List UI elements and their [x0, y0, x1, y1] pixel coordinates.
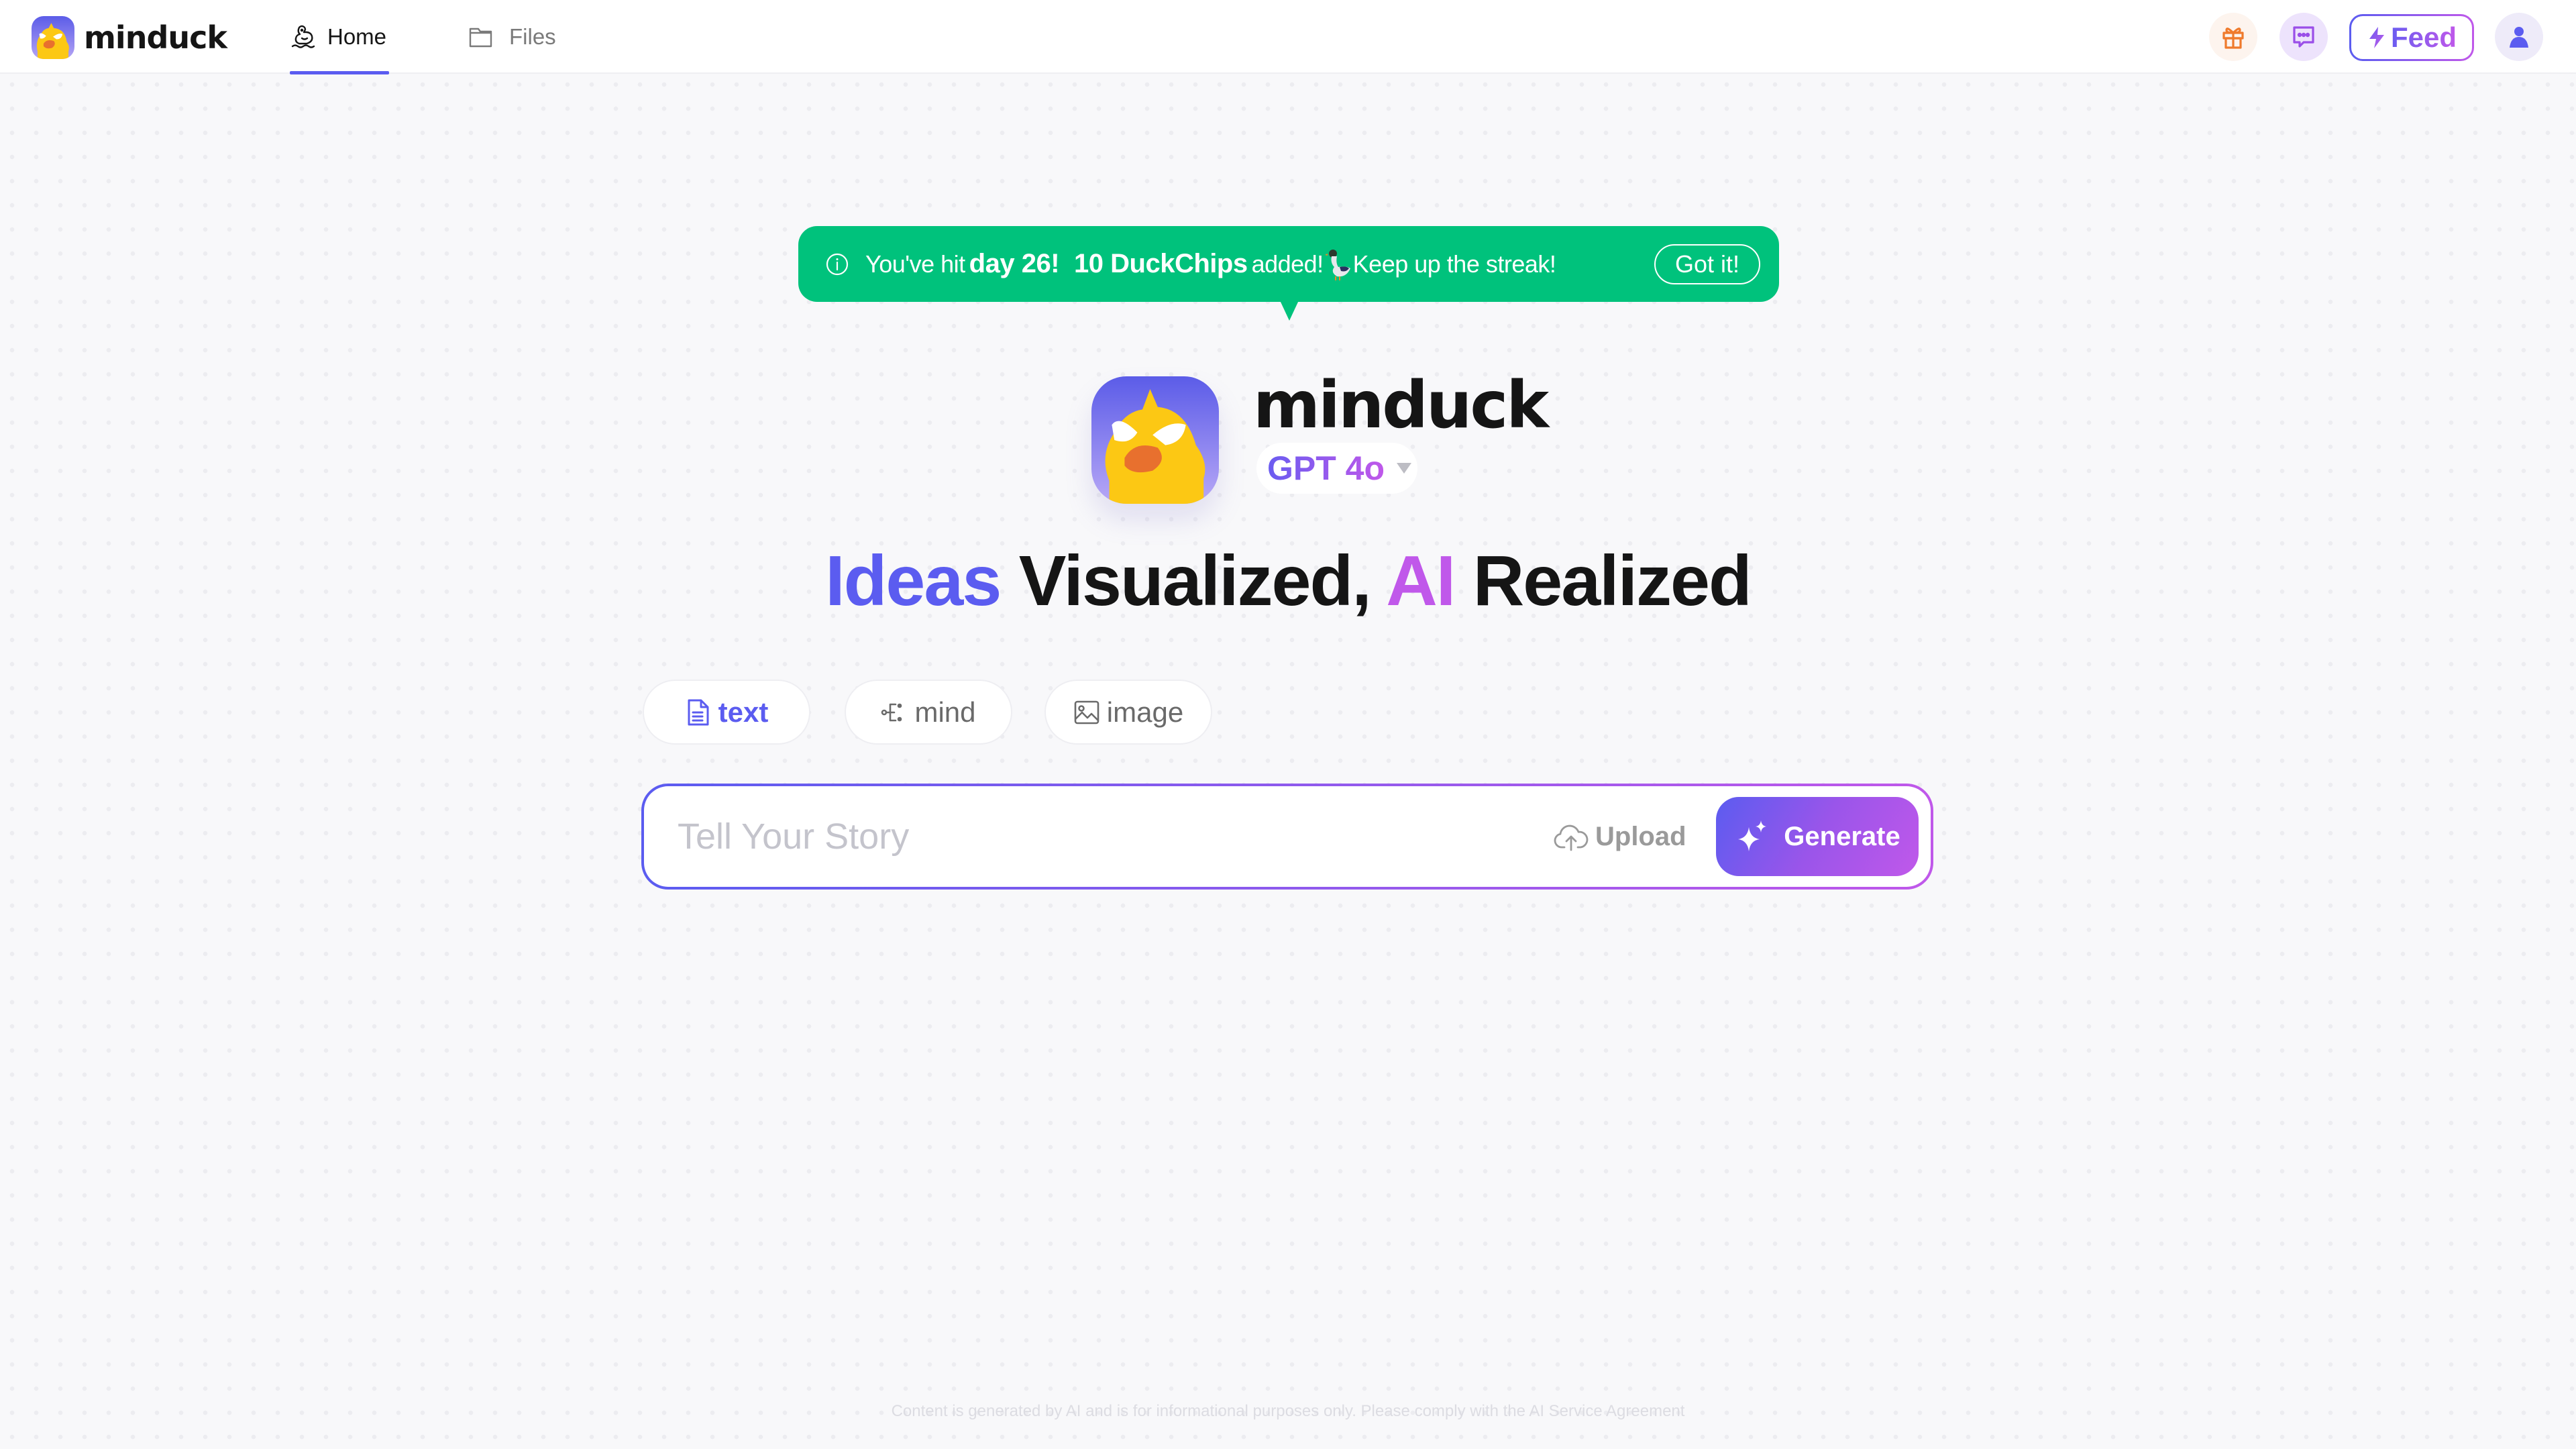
upload-button[interactable]: Upload: [1554, 813, 1686, 860]
upload-label: Upload: [1595, 821, 1686, 851]
hero-brand-name: minduck: [1253, 368, 1549, 443]
mindmap-icon: [881, 703, 902, 721]
user-avatar-button[interactable]: [2495, 13, 2543, 61]
image-icon: [1074, 700, 1099, 724]
streak-prefix: You've hit: [865, 250, 965, 278]
prompt-box: Upload Generate: [641, 784, 1933, 890]
top-header: minduck Home Files Feed: [0, 0, 2576, 74]
info-icon: [826, 253, 849, 275]
ai-disclaimer: Content is generated by AI and is for in…: [891, 1402, 1685, 1420]
active-tab-indicator: [290, 71, 389, 74]
nav-files[interactable]: Files: [468, 0, 556, 74]
headline-ai: AI: [1386, 541, 1456, 621]
streak-message: You've hit day 26! 10 DuckChips added! K…: [865, 248, 1556, 280]
duck-emoji-icon: [1324, 249, 1350, 280]
folder-icon: [469, 28, 492, 48]
generate-button[interactable]: Generate: [1716, 797, 1919, 876]
got-it-button[interactable]: Got it!: [1654, 244, 1760, 284]
banner-pointer: [1280, 301, 1299, 321]
nav-home-label: Home: [327, 24, 387, 49]
gift-button[interactable]: [2209, 13, 2257, 61]
document-icon: [688, 699, 709, 725]
streak-banner: You've hit day 26! 10 DuckChips added! K…: [798, 226, 1779, 302]
headline-ideas: Ideas: [825, 541, 1002, 621]
sparkle-icon: [1738, 820, 1767, 851]
caret-down-icon: [1397, 463, 1412, 474]
cloud-upload-icon: [1554, 824, 1589, 851]
brand-name: minduck: [84, 19, 227, 56]
duckchips-amount: 10 DuckChips: [1074, 249, 1248, 278]
model-selector[interactable]: GPT 4o: [1256, 443, 1417, 494]
generate-label: Generate: [1784, 821, 1900, 851]
story-input[interactable]: [678, 806, 1483, 867]
chat-button[interactable]: [2279, 13, 2328, 61]
duck-icon: [291, 25, 315, 48]
duck-logo-icon: [32, 16, 74, 59]
chat-bubble-icon: [2293, 26, 2314, 48]
mode-text-label: text: [718, 696, 769, 728]
mode-tab-text[interactable]: text: [643, 680, 810, 745]
lightning-icon: [2369, 27, 2384, 48]
nav-home[interactable]: Home: [290, 0, 386, 74]
page-headline: Ideas Visualized, AI Realized: [0, 542, 2576, 621]
feed-label: Feed: [2390, 21, 2457, 53]
headline-visualized: Visualized,: [1018, 541, 1372, 621]
headline-realized: Realized: [1472, 541, 1752, 621]
nav-files-label: Files: [509, 24, 556, 49]
mode-tab-mind[interactable]: mind: [845, 680, 1012, 745]
streak-day: day 26!: [969, 249, 1060, 278]
streak-added: added!: [1251, 250, 1324, 278]
mode-tab-image[interactable]: image: [1044, 680, 1212, 745]
gift-icon: [2222, 28, 2244, 49]
feed-button[interactable]: Feed: [2349, 14, 2474, 61]
brand-logo[interactable]: minduck: [32, 16, 227, 59]
streak-encouragement: Keep up the streak!: [1352, 250, 1556, 278]
hero-duck-logo-icon: [1091, 376, 1219, 504]
model-name: GPT 4o: [1267, 449, 1385, 487]
user-icon: [2510, 27, 2528, 48]
mode-image-label: image: [1106, 696, 1184, 728]
mode-mind-label: mind: [914, 696, 976, 728]
